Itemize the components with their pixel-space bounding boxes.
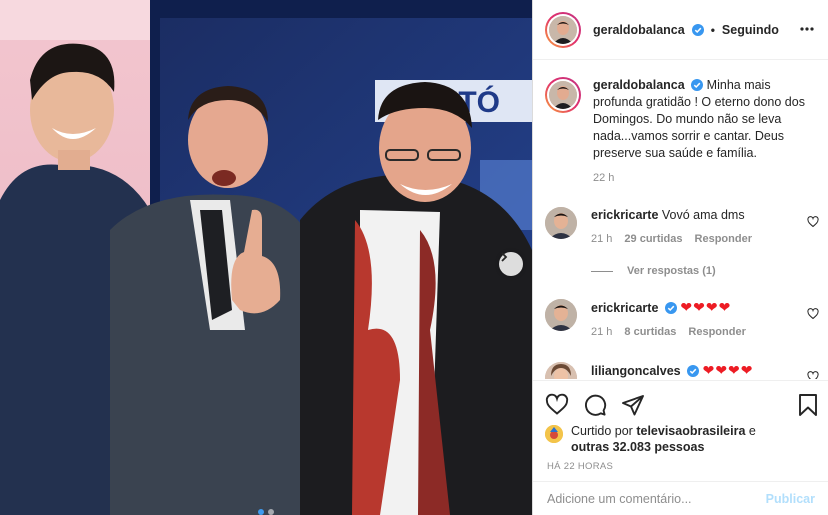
view-replies-button[interactable]: Ver respostas (1) <box>591 265 716 277</box>
comment-text: Vovó ama dms <box>661 208 745 222</box>
likes-summary: Curtido por televisaobrasileira e outras… <box>545 423 756 455</box>
bookmark-save-icon[interactable] <box>797 393 819 417</box>
header-separator: • <box>710 22 715 37</box>
add-comment-bar: Publicar <box>533 481 828 515</box>
avatar-image <box>549 81 577 109</box>
comments-list[interactable]: geraldobalanca Minha mais profunda grati… <box>533 61 828 379</box>
comment-icon[interactable] <box>583 393 607 417</box>
avatar-image <box>549 15 577 44</box>
comment-item: erickricarte Vovó ama dms 21 h 29 curtid… <box>545 207 819 245</box>
following-button[interactable]: Seguindo <box>722 23 779 37</box>
verified-badge-icon <box>687 365 700 377</box>
post-timestamp[interactable]: HÁ 22 HORAS <box>547 461 613 472</box>
post-header: geraldobalanca • Seguindo <box>533 0 828 60</box>
view-replies-label: Ver respostas (1) <box>627 265 716 277</box>
post-side-panel: geraldobalanca • Seguindo geraldobalanca… <box>532 0 828 515</box>
comment-input[interactable] <box>547 491 747 506</box>
like-comment-heart-icon[interactable] <box>807 371 819 379</box>
reply-button[interactable]: Responder <box>688 326 745 338</box>
comment-text: ❤❤❤❤ <box>702 362 754 378</box>
caption-time[interactable]: 22 h <box>593 170 813 187</box>
like-comment-heart-icon[interactable] <box>807 216 819 228</box>
avatar-image <box>545 425 563 443</box>
comment-item: erickricarte ❤❤❤❤ 21 h 8 curtidas Respon… <box>545 299 819 338</box>
liked-by-prefix: Curtido por <box>571 424 633 438</box>
verified-badge-icon <box>691 23 704 36</box>
comment-time[interactable]: 21 h <box>591 233 612 245</box>
instagram-post: AUDITÓ <box>0 0 828 515</box>
post-photo[interactable]: AUDITÓ <box>0 0 532 515</box>
comment-likes[interactable]: 29 curtidas <box>624 233 682 245</box>
comment-item: liliangoncalves ❤❤❤❤ <box>545 362 819 379</box>
likes-count[interactable]: outras 32.083 pessoas <box>571 440 704 454</box>
next-photo-button[interactable] <box>499 252 523 276</box>
author-avatar[interactable] <box>545 11 581 48</box>
avatar-image <box>545 207 577 239</box>
caption-username[interactable]: geraldobalanca <box>593 78 685 92</box>
carousel-dot <box>268 509 274 515</box>
comment-text: ❤❤❤❤ <box>680 299 732 315</box>
commenter-username[interactable]: erickricarte <box>591 301 658 315</box>
reply-button[interactable]: Responder <box>695 233 752 245</box>
verified-badge-icon <box>691 79 704 91</box>
avatar-image <box>545 299 577 331</box>
commenter-avatar[interactable] <box>545 362 577 379</box>
commenter-avatar[interactable] <box>545 299 577 331</box>
like-comment-heart-icon[interactable] <box>807 308 819 320</box>
post-actions: Curtido por televisaobrasileira e outras… <box>533 380 828 472</box>
caption-avatar[interactable] <box>545 77 581 113</box>
liked-by-joiner: e <box>748 424 756 438</box>
comment-likes[interactable]: 8 curtidas <box>624 326 676 338</box>
verified-badge-icon <box>664 302 677 314</box>
chevron-right-icon <box>501 252 508 262</box>
replies-divider <box>591 270 613 272</box>
commenter-username[interactable]: liliangoncalves <box>591 364 681 378</box>
publish-button[interactable]: Publicar <box>766 492 815 506</box>
author-username[interactable]: geraldobalanca <box>593 23 685 37</box>
carousel-dot <box>258 509 264 515</box>
liker-avatar[interactable] <box>545 425 563 443</box>
commenter-username[interactable]: erickricarte <box>591 208 658 222</box>
photo-scene: AUDITÓ <box>0 0 532 515</box>
share-send-icon[interactable] <box>621 393 645 417</box>
comment-time[interactable]: 21 h <box>591 326 612 338</box>
carousel-indicator <box>258 509 274 515</box>
post-caption: geraldobalanca Minha mais profunda grati… <box>545 77 819 187</box>
more-options-icon[interactable] <box>799 21 815 37</box>
liked-by-username[interactable]: televisaobrasileira <box>636 424 745 438</box>
avatar-image <box>545 362 577 379</box>
like-heart-icon[interactable] <box>545 393 569 417</box>
commenter-avatar[interactable] <box>545 207 577 239</box>
